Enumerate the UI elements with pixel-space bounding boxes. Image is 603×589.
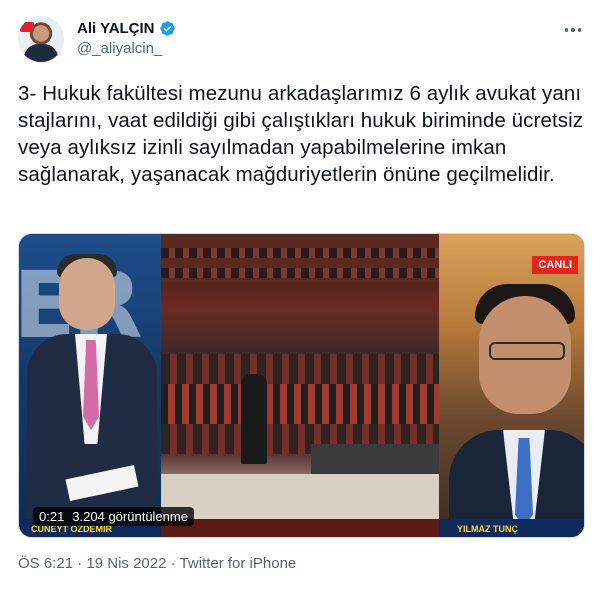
- meta-separator: ·: [170, 555, 176, 572]
- speaker-figure: [241, 374, 267, 464]
- meta-separator: ·: [77, 555, 83, 572]
- avatar-body: [24, 44, 58, 62]
- author-display-name[interactable]: Ali YALÇIN: [77, 20, 155, 37]
- avatar[interactable]: [18, 16, 64, 62]
- guest-glasses: [489, 342, 565, 360]
- video-panel-guest: CANLI: [439, 234, 584, 537]
- tweet-source[interactable]: Twitter for iPhone: [180, 555, 297, 572]
- name-row: Ali YALÇIN: [77, 20, 176, 37]
- anchor-head: [59, 258, 115, 330]
- tweet-text: 3- Hukuk fakültesi mezunu arkadaşlarımız…: [18, 82, 584, 186]
- video-panel-anchor: ER: [19, 234, 161, 537]
- seats-front: [161, 384, 439, 424]
- tweet-date[interactable]: 19 Nis 2022: [86, 555, 166, 572]
- verified-badge-icon: [159, 21, 175, 36]
- lower-third-middle: [161, 519, 439, 537]
- tweet-meta: ÖS 6:21 · 19 Nis 2022 · Twitter for iPho…: [18, 555, 296, 572]
- more-options-icon[interactable]: [558, 18, 588, 42]
- author-info: Ali YALÇIN @_aliyalcin_: [77, 20, 176, 57]
- dot: [571, 28, 575, 32]
- flag-decoration: [20, 22, 34, 32]
- video-panel-parliament: [161, 234, 439, 537]
- live-badge: CANLI: [532, 256, 578, 274]
- desk: [311, 444, 439, 474]
- dot: [577, 28, 582, 32]
- video-views: 3.204 görüntülenme: [72, 509, 188, 524]
- dot: [564, 28, 569, 32]
- tweet-time[interactable]: ÖS 6:21: [18, 555, 73, 572]
- lower-third-right: YILMAZ TUNÇ: [439, 519, 584, 537]
- author-handle[interactable]: @_aliyalcin_: [77, 40, 176, 57]
- gallery-row: [161, 268, 439, 278]
- lower-third-right-name: YILMAZ TUNÇ: [457, 524, 518, 534]
- video-duration-badge: 0:21 3.204 görüntülenme: [33, 507, 194, 526]
- tweet-header: Ali YALÇIN @_aliyalcin_: [18, 16, 588, 62]
- video-player[interactable]: ER CANLI CÜNEYT ÖZDEMİR YILMAZ TUNÇ 0:21…: [18, 233, 585, 538]
- video-duration: 0:21: [39, 509, 65, 524]
- gallery-row: [161, 248, 439, 258]
